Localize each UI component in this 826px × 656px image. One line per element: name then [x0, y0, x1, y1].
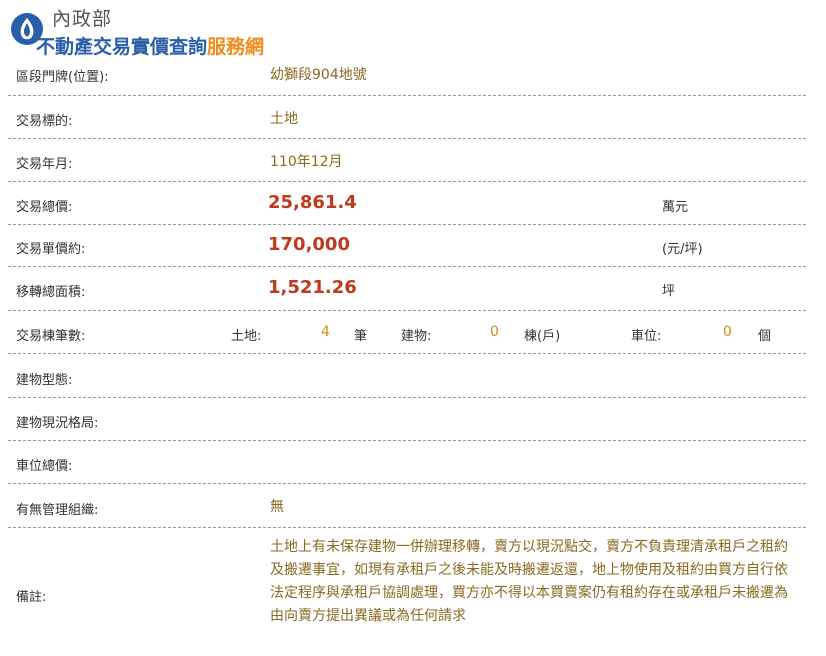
remarks-label: 備註:	[16, 590, 47, 605]
area-value: 1,521.26	[268, 277, 357, 298]
row-area: 移轉總面積: 1,521.26 坪	[8, 267, 806, 311]
date-label: 交易年月:	[16, 157, 73, 172]
parking-count-value: 0	[723, 324, 732, 340]
total-price-unit: 萬元	[662, 200, 689, 215]
row-parking-total: 車位總價:	[8, 441, 806, 484]
parking-count-unit: 個	[758, 329, 772, 344]
parking-total-label: 車位總價:	[16, 459, 73, 474]
building-count-value: 0	[490, 324, 499, 340]
management-label: 有無管理組織:	[16, 503, 99, 518]
area-unit: 坪	[662, 284, 676, 299]
row-total-price: 交易總價: 25,861.4 萬元	[8, 182, 806, 225]
building-count-unit: 棟(戶)	[524, 329, 561, 344]
target-value: 土地	[270, 111, 298, 127]
area-label: 移轉總面積:	[16, 285, 86, 300]
date-value: 110年12月	[270, 154, 343, 170]
transaction-detail-table: 區段門牌(位置): 幼獅段904地號 交易標的: 土地 交易年月: 110年12…	[8, 53, 806, 653]
row-target: 交易標的: 土地	[8, 96, 806, 139]
row-counts: 交易棟筆數: 土地: 4 筆 建物: 0 棟(戶) 車位: 0 個	[8, 311, 806, 354]
unit-price-unit: (元/坪)	[662, 242, 703, 257]
site-header: 內政部 不動產交易實價查詢服務網	[8, 2, 608, 58]
row-building-type: 建物型態:	[8, 354, 806, 398]
row-date: 交易年月: 110年12月	[8, 139, 806, 182]
land-count-label: 土地:	[231, 329, 262, 344]
address-label: 區段門牌(位置):	[16, 70, 109, 85]
remarks-value: 土地上有未保存建物一併辦理移轉，賣方以現況點交，賣方不負責理清承租戶之租約及搬遷…	[270, 539, 788, 624]
address-value: 幼獅段904地號	[270, 67, 367, 83]
unit-price-label: 交易單價約:	[16, 242, 86, 257]
layout-label: 建物現況格局:	[16, 416, 99, 431]
unit-price-value: 170,000	[268, 234, 350, 255]
row-unit-price: 交易單價約: 170,000 (元/坪)	[8, 225, 806, 267]
land-count-unit: 筆	[354, 329, 368, 344]
management-value: 無	[270, 499, 284, 515]
target-label: 交易標的:	[16, 114, 73, 129]
row-management: 有無管理組織: 無	[8, 484, 806, 528]
building-type-label: 建物型態:	[16, 373, 73, 388]
land-count-value: 4	[321, 324, 330, 340]
ministry-name: 內政部	[52, 8, 113, 30]
row-remarks: 備註: 土地上有未保存建物一併辦理移轉，賣方以現況點交，賣方不負責理清承租戶之租…	[8, 528, 806, 653]
row-address: 區段門牌(位置): 幼獅段904地號	[8, 53, 806, 96]
parking-count-label: 車位:	[631, 329, 662, 344]
total-price-label: 交易總價:	[16, 200, 73, 215]
building-count-label: 建物:	[401, 329, 432, 344]
total-price-value: 25,861.4	[268, 192, 357, 213]
row-layout: 建物現況格局:	[8, 398, 806, 441]
counts-label: 交易棟筆數:	[16, 329, 86, 344]
